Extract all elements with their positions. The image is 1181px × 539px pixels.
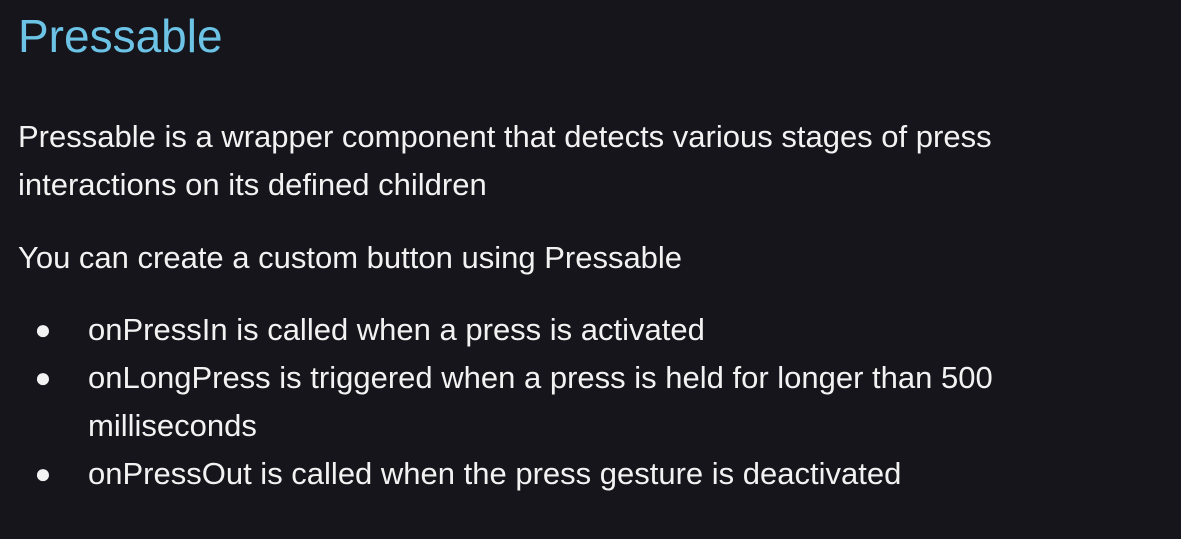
bullet-dot-icon: ● [34, 458, 52, 489]
bullet-dot-icon: ● [34, 314, 52, 345]
bullet-item-on-long-press: ● onLongPress is triggered when a press … [0, 354, 1128, 450]
bullet-list: ● onPressIn is called when a press is ac… [0, 306, 1181, 498]
bullet-item-on-press-out: ● onPressOut is called when the press ge… [0, 450, 1128, 498]
custom-button-paragraph: You can create a custom button using Pre… [18, 240, 683, 275]
bullet-text: onPressIn is called when a press is acti… [88, 312, 705, 347]
bullet-dot-icon: ● [34, 362, 52, 393]
slide: Pressable Pressable is a wrapper compone… [0, 0, 1181, 539]
bullet-text: onPressOut is called when the press gest… [88, 456, 902, 491]
bullet-item-on-press-in: ● onPressIn is called when a press is ac… [0, 306, 1128, 354]
bullet-text: onLongPress is triggered when a press is… [88, 360, 993, 443]
description-paragraph: Pressable is a wrapper component that de… [18, 119, 992, 202]
slide-title: Pressable [18, 10, 223, 62]
